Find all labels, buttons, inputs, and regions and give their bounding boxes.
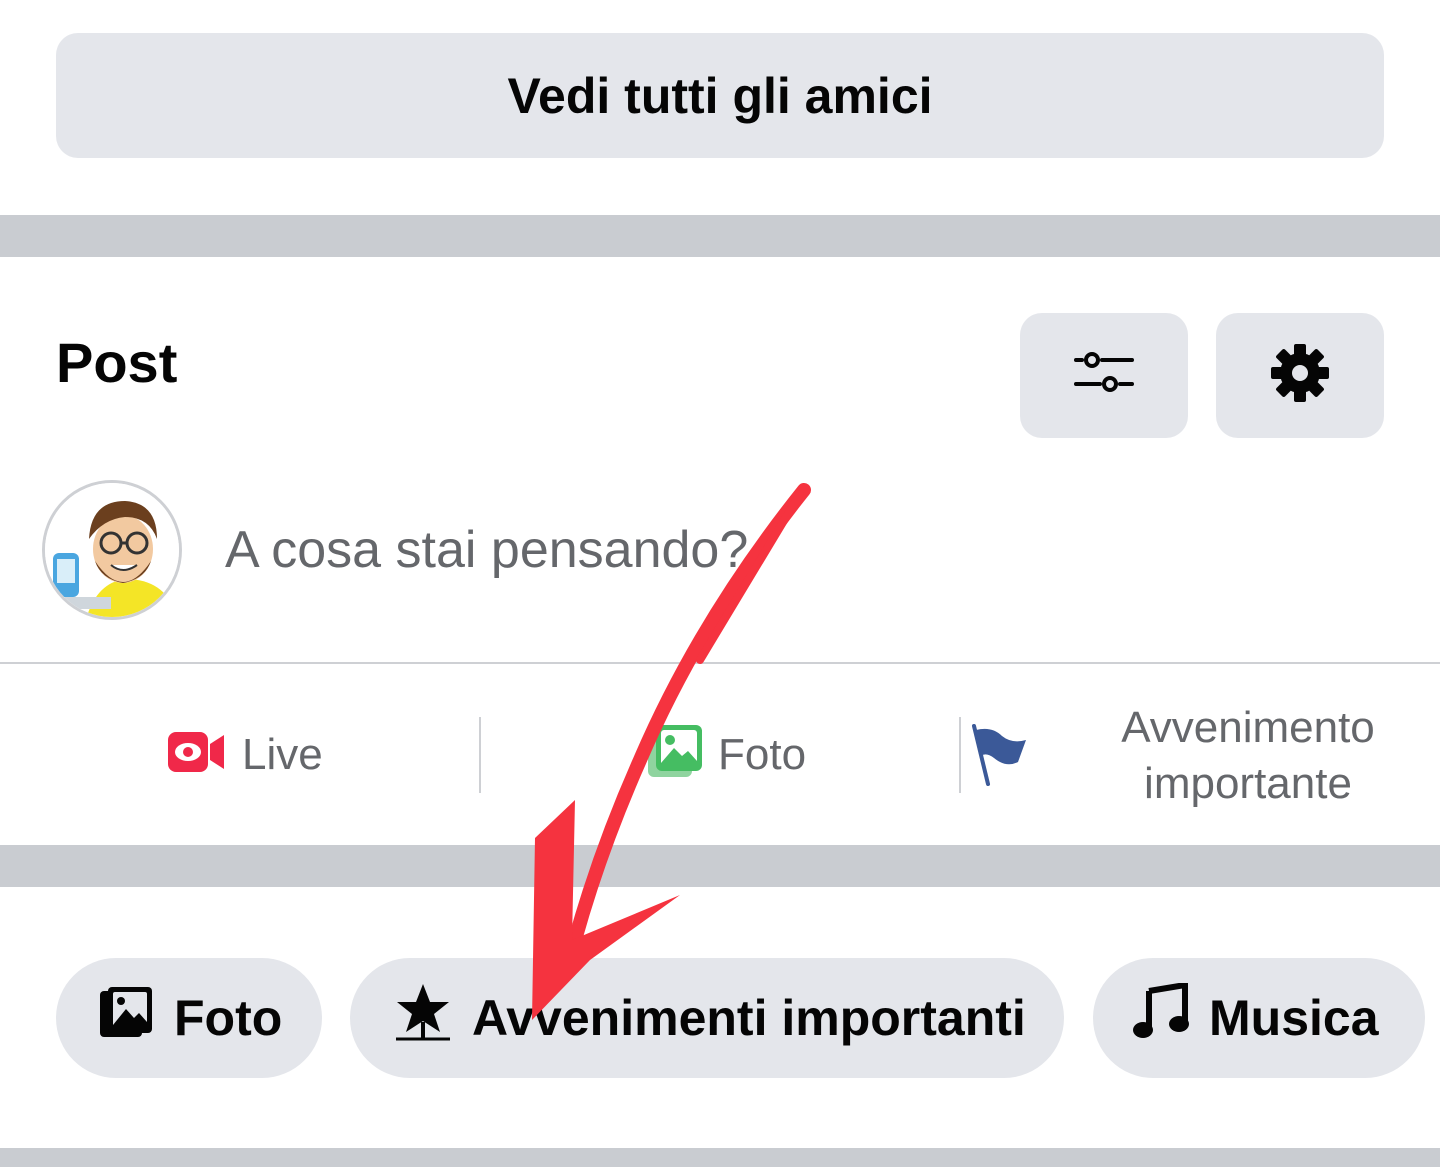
posts-section-title: Post bbox=[56, 331, 178, 394]
video-camera-icon bbox=[168, 730, 226, 779]
photo-icon bbox=[648, 725, 702, 784]
section-separator bbox=[0, 845, 1440, 887]
milestone-action-button[interactable]: Avvenimento importante bbox=[968, 664, 1440, 845]
user-avatar[interactable] bbox=[42, 480, 182, 620]
action-divider bbox=[479, 717, 481, 793]
chip-label: Foto bbox=[174, 990, 283, 1046]
milestones-chip[interactable]: Avvenimenti importanti bbox=[350, 958, 1064, 1078]
section-separator bbox=[0, 215, 1440, 257]
photos-icon bbox=[98, 985, 154, 1051]
photo-action-button[interactable]: Foto bbox=[648, 664, 806, 845]
chip-label: Avvenimenti importanti bbox=[472, 990, 1026, 1046]
star-milestone-icon bbox=[394, 982, 452, 1054]
action-label: Live bbox=[242, 729, 323, 779]
post-composer-input[interactable]: A cosa stai pensando? bbox=[225, 520, 748, 580]
see-all-friends-button[interactable]: Vedi tutti gli amici bbox=[56, 33, 1384, 158]
action-label: Avvenimento importante bbox=[1121, 703, 1375, 808]
action-divider bbox=[959, 717, 961, 793]
composer-actions: Live Foto Avvenimento importante bbox=[0, 664, 1440, 845]
music-note-icon bbox=[1133, 981, 1189, 1053]
post-settings-button[interactable] bbox=[1216, 313, 1384, 438]
sliders-icon bbox=[1074, 350, 1134, 401]
chip-label: Musica bbox=[1209, 990, 1379, 1046]
section-separator bbox=[0, 1148, 1440, 1167]
action-label: Foto bbox=[718, 729, 807, 779]
music-chip[interactable]: Musica bbox=[1093, 958, 1425, 1078]
gear-icon bbox=[1270, 343, 1330, 408]
photos-chip[interactable]: Foto bbox=[56, 958, 322, 1078]
filter-posts-button[interactable] bbox=[1020, 313, 1188, 438]
flag-icon bbox=[968, 722, 1028, 791]
live-action-button[interactable]: Live bbox=[168, 664, 323, 845]
